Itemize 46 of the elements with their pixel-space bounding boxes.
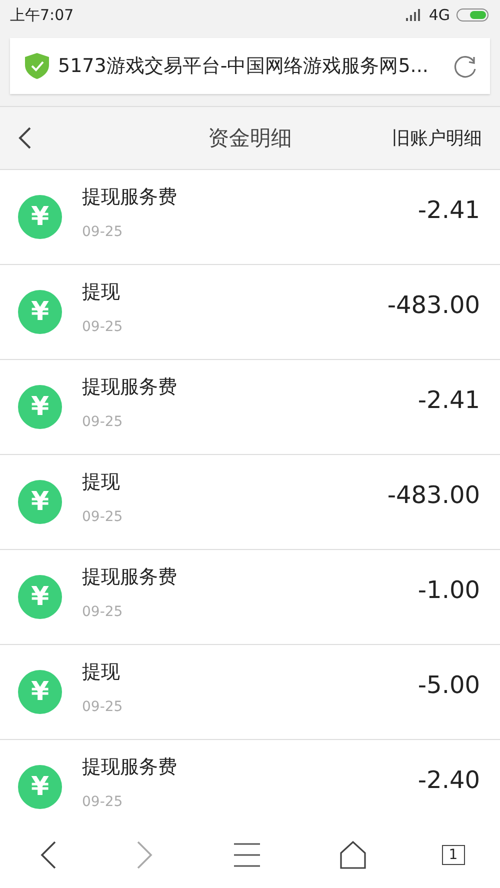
transaction-amount: -2.41 <box>418 196 480 224</box>
battery-icon <box>456 8 490 22</box>
yen-icon: ¥ <box>18 290 62 334</box>
transaction-amount: -2.41 <box>418 386 480 414</box>
transaction-row[interactable]: ¥ 提现服务费 09-25 -2.41 <box>0 360 500 455</box>
transaction-date: 09-25 <box>82 604 124 620</box>
tabs-button[interactable]: 1 <box>442 845 465 865</box>
transaction-name: 提现 <box>82 470 121 495</box>
page-title: 5173游戏交易平台-中国网络游戏服务网5... <box>58 54 430 79</box>
transaction-date: 09-25 <box>82 224 124 240</box>
address-bar[interactable]: 5173游戏交易平台-中国网络游戏服务网5... <box>10 38 490 94</box>
transaction-name: 提现服务费 <box>82 565 178 590</box>
back-icon[interactable] <box>18 126 32 150</box>
transaction-name: 提现 <box>82 660 121 685</box>
status-time: 上午7:07 <box>10 6 74 24</box>
transaction-amount: -483.00 <box>387 481 480 509</box>
transaction-name: 提现服务费 <box>82 755 178 780</box>
transaction-name: 提现服务费 <box>82 375 178 400</box>
yen-icon: ¥ <box>18 480 62 524</box>
transaction-amount: -2.40 <box>418 766 480 794</box>
transaction-amount: -1.00 <box>418 576 480 604</box>
yen-icon: ¥ <box>18 575 62 619</box>
yen-icon: ¥ <box>18 765 62 809</box>
yen-icon: ¥ <box>18 195 62 239</box>
transaction-name: 提现 <box>82 280 121 305</box>
transaction-row[interactable]: ¥ 提现服务费 09-25 -1.00 <box>0 550 500 645</box>
old-account-link[interactable]: 旧账户明细 <box>392 126 482 150</box>
transaction-name: 提现服务费 <box>82 185 178 210</box>
signal-icon <box>404 8 423 22</box>
page-heading: 资金明细 <box>208 126 292 150</box>
network-type: 4G <box>428 6 450 24</box>
refresh-icon[interactable] <box>452 53 478 79</box>
transaction-amount: -5.00 <box>418 671 480 699</box>
transaction-date: 09-25 <box>82 509 124 525</box>
transaction-row[interactable]: ¥ 提现 09-25 -5.00 <box>0 645 500 740</box>
transaction-date: 09-25 <box>82 699 124 715</box>
transaction-date: 09-25 <box>82 794 124 810</box>
yen-icon: ¥ <box>18 670 62 714</box>
shield-check-icon <box>24 52 50 80</box>
transaction-row[interactable]: ¥ 提现服务费 09-25 -2.41 <box>0 170 500 265</box>
transaction-date: 09-25 <box>82 414 124 430</box>
transaction-row[interactable]: ¥ 提现 09-25 -483.00 <box>0 455 500 550</box>
yen-icon: ¥ <box>18 385 62 429</box>
transaction-amount: -483.00 <box>387 291 480 319</box>
transaction-date: 09-25 <box>82 319 124 335</box>
transaction-row[interactable]: ¥ 提现 09-25 -483.00 <box>0 265 500 360</box>
